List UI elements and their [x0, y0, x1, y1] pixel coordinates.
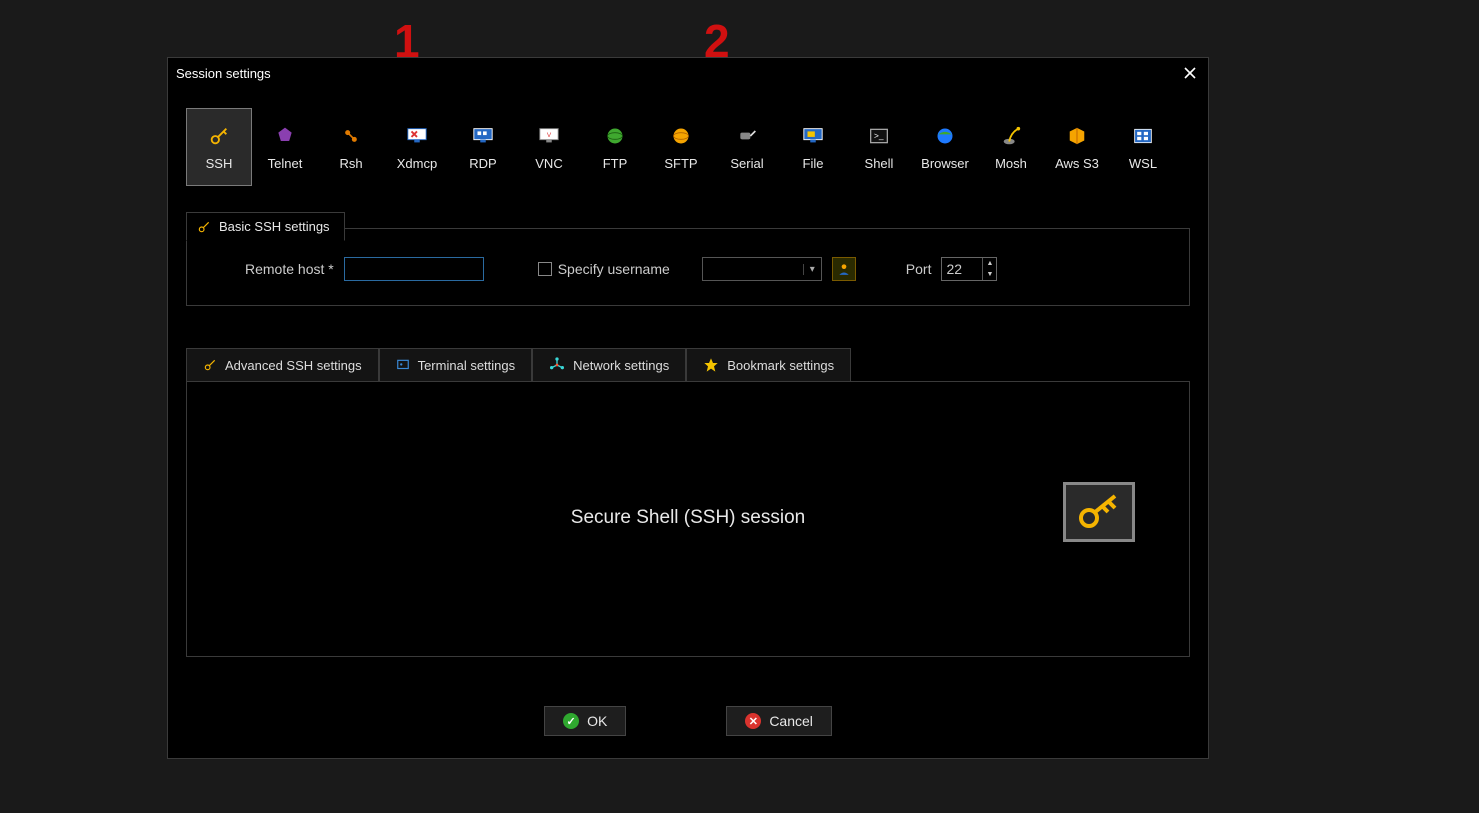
- remote-host-label: Remote host *: [245, 261, 334, 277]
- session-type-mosh[interactable]: Mosh: [978, 108, 1044, 186]
- network-icon: [549, 357, 565, 373]
- user-icon: [837, 262, 851, 276]
- spinner-down[interactable]: ▼: [983, 269, 996, 280]
- port-label: Port: [906, 261, 932, 277]
- aws-icon: [1065, 124, 1089, 148]
- dialog-footer: ✓ OK ✕ Cancel: [168, 706, 1208, 736]
- panel-description: Secure Shell (SSH) session: [187, 507, 1189, 529]
- star-icon: [703, 357, 719, 373]
- tab-label: Network settings: [573, 358, 669, 373]
- settings-tabs: Advanced SSH settings Terminal settings …: [186, 348, 1190, 381]
- session-settings-dialog: Session settings SSH Telnet Rsh: [167, 57, 1209, 759]
- spinner-up[interactable]: ▲: [983, 258, 996, 269]
- check-icon: ✓: [563, 713, 579, 729]
- tab-advanced-ssh[interactable]: Advanced SSH settings: [186, 348, 379, 381]
- close-button[interactable]: [1180, 63, 1200, 83]
- group-title: Basic SSH settings: [219, 219, 330, 234]
- svg-text:V: V: [547, 131, 552, 138]
- session-type-label: Mosh: [995, 156, 1027, 171]
- session-type-label: Xdmcp: [397, 156, 437, 171]
- session-type-label: RDP: [469, 156, 496, 171]
- basic-ssh-settings-group: Basic SSH settings Remote host * Specify…: [186, 228, 1190, 306]
- session-type-serial[interactable]: Serial: [714, 108, 780, 186]
- session-type-label: SFTP: [664, 156, 697, 171]
- tab-label: Advanced SSH settings: [225, 358, 362, 373]
- key-icon: [203, 358, 217, 372]
- wsl-icon: [1131, 124, 1155, 148]
- session-type-browser[interactable]: Browser: [912, 108, 978, 186]
- mosh-icon: [999, 124, 1023, 148]
- chevron-down-icon: ▾: [803, 264, 821, 275]
- session-type-label: SSH: [206, 156, 233, 171]
- dialog-title: Session settings: [176, 66, 271, 81]
- session-type-label: File: [803, 156, 824, 171]
- tab-label: Terminal settings: [418, 358, 516, 373]
- session-type-file[interactable]: File: [780, 108, 846, 186]
- session-type-label: Rsh: [339, 156, 362, 171]
- rsh-icon: [339, 124, 363, 148]
- key-icon: [197, 220, 211, 234]
- checkbox-icon: [538, 262, 552, 276]
- close-icon: [1184, 67, 1196, 79]
- browser-icon: [933, 124, 957, 148]
- session-type-rsh[interactable]: Rsh: [318, 108, 384, 186]
- vnc-icon: V: [537, 124, 561, 148]
- specify-username-checkbox[interactable]: Specify username: [538, 261, 670, 277]
- session-type-toolbar: SSH Telnet Rsh Xdmcp RDP: [168, 88, 1208, 198]
- session-type-shell[interactable]: >_ Shell: [846, 108, 912, 186]
- session-type-wsl[interactable]: WSL: [1110, 108, 1176, 186]
- serial-icon: [735, 124, 759, 148]
- session-type-label: Serial: [730, 156, 763, 171]
- session-type-telnet[interactable]: Telnet: [252, 108, 318, 186]
- sftp-icon: [669, 124, 693, 148]
- xdmcp-icon: [405, 124, 429, 148]
- session-type-rdp[interactable]: RDP: [450, 108, 516, 186]
- settings-panel: Secure Shell (SSH) session: [186, 381, 1190, 657]
- session-type-ssh[interactable]: SSH: [186, 108, 252, 186]
- remote-host-input[interactable]: [344, 257, 484, 281]
- key-icon: [207, 124, 231, 148]
- port-spinner[interactable]: 22 ▲ ▼: [941, 257, 997, 281]
- session-type-label: Browser: [921, 156, 969, 171]
- session-type-label: WSL: [1129, 156, 1157, 171]
- session-type-awss3[interactable]: Aws S3: [1044, 108, 1110, 186]
- username-combo[interactable]: ▾: [702, 257, 822, 281]
- session-type-xdmcp[interactable]: Xdmcp: [384, 108, 450, 186]
- ftp-icon: [603, 124, 627, 148]
- titlebar: Session settings: [168, 58, 1208, 88]
- tab-network[interactable]: Network settings: [532, 348, 686, 381]
- button-label: OK: [587, 713, 607, 729]
- svg-text:>_: >_: [874, 130, 884, 140]
- shell-icon: >_: [867, 124, 891, 148]
- port-value: 22: [942, 258, 982, 280]
- session-type-label: Shell: [865, 156, 894, 171]
- session-type-ftp[interactable]: FTP: [582, 108, 648, 186]
- cancel-button[interactable]: ✕ Cancel: [726, 706, 832, 736]
- session-type-label: VNC: [535, 156, 562, 171]
- session-type-sftp[interactable]: SFTP: [648, 108, 714, 186]
- session-type-label: FTP: [603, 156, 628, 171]
- tab-label: Bookmark settings: [727, 358, 834, 373]
- terminal-icon: [396, 358, 410, 372]
- rdp-icon: [471, 124, 495, 148]
- ssh-key-illustration: [1063, 482, 1135, 542]
- key-icon: [1075, 492, 1123, 532]
- button-label: Cancel: [769, 713, 813, 729]
- ok-button[interactable]: ✓ OK: [544, 706, 626, 736]
- basic-ssh-settings-tab: Basic SSH settings: [186, 212, 345, 241]
- manage-credentials-button[interactable]: [832, 257, 856, 281]
- file-icon: [801, 124, 825, 148]
- session-type-label: Aws S3: [1055, 156, 1099, 171]
- session-type-vnc[interactable]: V VNC: [516, 108, 582, 186]
- session-type-label: Telnet: [268, 156, 303, 171]
- cross-icon: ✕: [745, 713, 761, 729]
- tab-bookmark[interactable]: Bookmark settings: [686, 348, 851, 381]
- tab-terminal[interactable]: Terminal settings: [379, 348, 533, 381]
- telnet-icon: [273, 124, 297, 148]
- specify-username-label: Specify username: [558, 261, 670, 277]
